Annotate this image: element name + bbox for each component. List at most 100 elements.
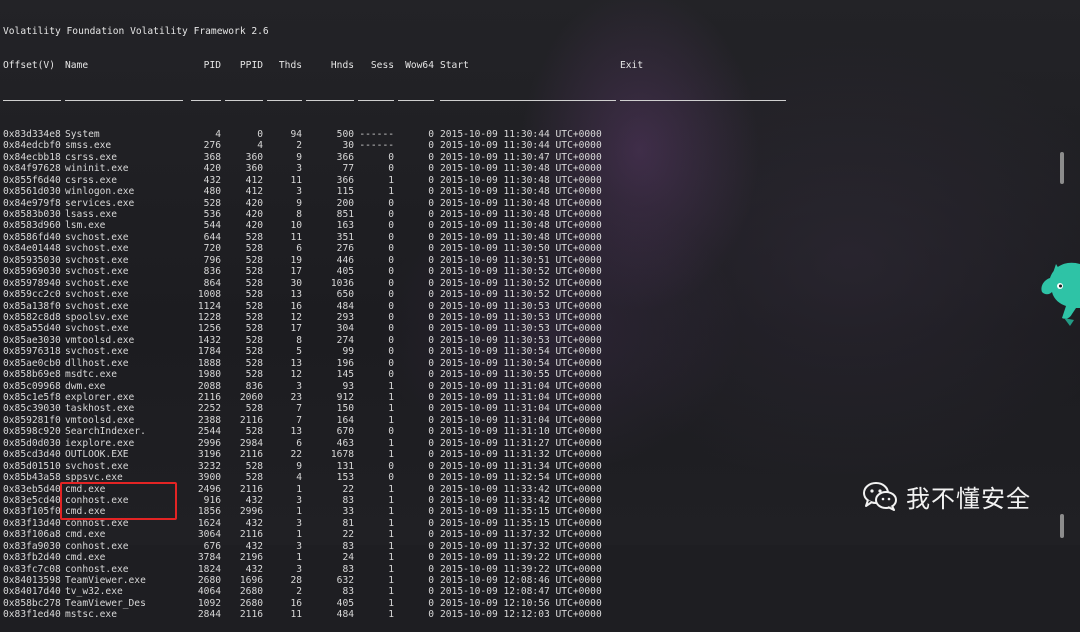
cell-wow64: 0 xyxy=(428,300,434,312)
cell-wow64: 0 xyxy=(428,540,434,552)
cell-start-time: 2015-10-09 11:31:32 UTC+0000 xyxy=(440,449,602,461)
process-row: 0x85c09968 dwm.exe 2088 836 3 93 1 0 2015-10-09 … xyxy=(3,381,790,392)
cell-ppid: 2060 xyxy=(239,392,263,404)
separator-hnds xyxy=(302,95,354,106)
cell-session: 0 xyxy=(388,231,394,243)
cell-offset: 0x8583d960 xyxy=(3,220,61,232)
terminal-output[interactable]: Volatility Foundation Volatility Framewo… xyxy=(3,3,790,632)
cell-process-name: dwm.exe xyxy=(65,380,106,392)
cell-offset: 0x85935030 xyxy=(3,254,61,266)
cell-offset: 0x85ae0cb0 xyxy=(3,357,61,369)
cell-start-time: 2015-10-09 11:30:52 UTC+0000 xyxy=(440,289,602,301)
cell-start-time: 2015-10-09 11:30:54 UTC+0000 xyxy=(440,357,602,369)
process-row: 0x85a55d40 svchost.exe 1256 528 17 304 0 0 2015-… xyxy=(3,323,790,334)
cell-session: 0 xyxy=(388,289,394,301)
cell-ppid: 528 xyxy=(245,346,263,358)
cell-handles: 500 xyxy=(336,128,354,140)
cell-pid: 644 xyxy=(203,231,221,243)
cell-ppid: 432 xyxy=(245,494,263,506)
scrollbar-thumb-lower[interactable] xyxy=(1060,514,1064,538)
cell-session: 1 xyxy=(388,563,394,575)
cell-threads: 1 xyxy=(296,483,302,495)
process-row: 0x85c1e5f8 explorer.exe 2116 2060 23 912 1 0 201… xyxy=(3,392,790,403)
cell-start-time: 2015-10-09 11:30:50 UTC+0000 xyxy=(440,243,602,255)
cell-pid: 528 xyxy=(203,197,221,209)
cell-ppid: 360 xyxy=(245,163,263,175)
cell-session: 1 xyxy=(388,174,394,186)
scrollbar-thumb[interactable] xyxy=(1060,152,1064,184)
cell-session: 1 xyxy=(388,609,394,621)
cell-session: 1 xyxy=(388,380,394,392)
cell-session: 0 xyxy=(388,369,394,381)
cell-offset: 0x85b43a58 xyxy=(3,472,61,484)
cell-wow64: 0 xyxy=(428,472,434,484)
cell-ppid: 420 xyxy=(245,209,263,221)
cell-handles: 366 xyxy=(336,151,354,163)
cell-start-time: 2015-10-09 11:31:34 UTC+0000 xyxy=(440,460,602,472)
separator-offset xyxy=(3,95,65,106)
cell-pid: 544 xyxy=(203,220,221,232)
cell-process-name: conhost.exe xyxy=(65,563,129,575)
cell-wow64: 0 xyxy=(428,414,434,426)
cell-threads: 2 xyxy=(296,140,302,152)
cell-offset: 0x85d01510 xyxy=(3,460,61,472)
cell-offset: 0x85978940 xyxy=(3,277,61,289)
separator-sess xyxy=(354,95,394,106)
cell-process-name: lsm.exe xyxy=(65,220,106,232)
cell-pid: 1228 xyxy=(197,311,221,323)
cell-wow64: 0 xyxy=(428,197,434,209)
cell-ppid: 528 xyxy=(245,369,263,381)
cell-handles: 351 xyxy=(336,231,354,243)
col-exit: Exit xyxy=(620,60,644,72)
cell-threads: 6 xyxy=(296,243,302,255)
cell-pid: 796 xyxy=(203,254,221,266)
cell-offset: 0x84f97628 xyxy=(3,163,61,175)
cell-handles: 912 xyxy=(336,392,354,404)
cell-offset: 0x83fc7c08 xyxy=(3,563,61,575)
mascot-icon xyxy=(1041,262,1080,326)
cell-handles: 446 xyxy=(336,254,354,266)
cell-offset: 0x85976318 xyxy=(3,346,61,358)
cell-wow64: 0 xyxy=(428,483,434,495)
cell-handles: 276 xyxy=(336,243,354,255)
cell-start-time: 2015-10-09 11:31:04 UTC+0000 xyxy=(440,380,602,392)
process-row: 0x84013598 TeamViewer.exe 2680 1696 28 632 1 0 2… xyxy=(3,575,790,586)
process-row: 0x8583d960 lsm.exe 544 420 10 163 0 0 2015-10-09… xyxy=(3,220,790,231)
cell-wow64: 0 xyxy=(428,186,434,198)
cell-process-name: wininit.exe xyxy=(65,163,129,175)
cell-ppid: 836 xyxy=(245,380,263,392)
cell-offset: 0x85c39030 xyxy=(3,403,61,415)
cell-ppid: 2116 xyxy=(239,414,263,426)
cell-ppid: 2680 xyxy=(239,586,263,598)
cell-session: 1 xyxy=(388,186,394,198)
cell-pid: 2496 xyxy=(197,483,221,495)
cell-threads: 1 xyxy=(296,506,302,518)
cell-session: 1 xyxy=(388,392,394,404)
cell-wow64: 0 xyxy=(428,437,434,449)
cell-wow64: 0 xyxy=(428,174,434,186)
cell-handles: 22 xyxy=(342,483,354,495)
cell-session: 0 xyxy=(388,243,394,255)
cell-start-time: 2015-10-09 11:30:52 UTC+0000 xyxy=(440,277,602,289)
cell-ppid: 2116 xyxy=(239,609,263,621)
cell-handles: 81 xyxy=(342,517,354,529)
cell-ppid: 2196 xyxy=(239,552,263,564)
cell-threads: 7 xyxy=(296,403,302,415)
cell-wow64: 0 xyxy=(428,209,434,221)
separator-start xyxy=(434,95,620,106)
cell-ppid: 528 xyxy=(245,426,263,438)
cell-offset: 0x84ecbb18 xyxy=(3,151,61,163)
col-hnds: Hnds xyxy=(330,60,354,72)
cell-ppid: 528 xyxy=(245,357,263,369)
process-row: 0x85969030 svchost.exe 836 528 17 405 0 0 2015-1… xyxy=(3,266,790,277)
cell-handles: 150 xyxy=(336,403,354,415)
cell-threads: 5 xyxy=(296,346,302,358)
cell-handles: 650 xyxy=(336,289,354,301)
process-row: 0x84edcbf0 smss.exe 276 4 2 30 ------ 0 2015-10-… xyxy=(3,140,790,151)
cell-wow64: 0 xyxy=(428,128,434,140)
cell-session: 1 xyxy=(388,437,394,449)
process-row: 0x84ecbb18 csrss.exe 368 360 9 366 0 0 2015-10-0… xyxy=(3,152,790,163)
cell-start-time: 2015-10-09 12:08:46 UTC+0000 xyxy=(440,575,602,587)
cell-pid: 1856 xyxy=(197,506,221,518)
cell-threads: 6 xyxy=(296,437,302,449)
